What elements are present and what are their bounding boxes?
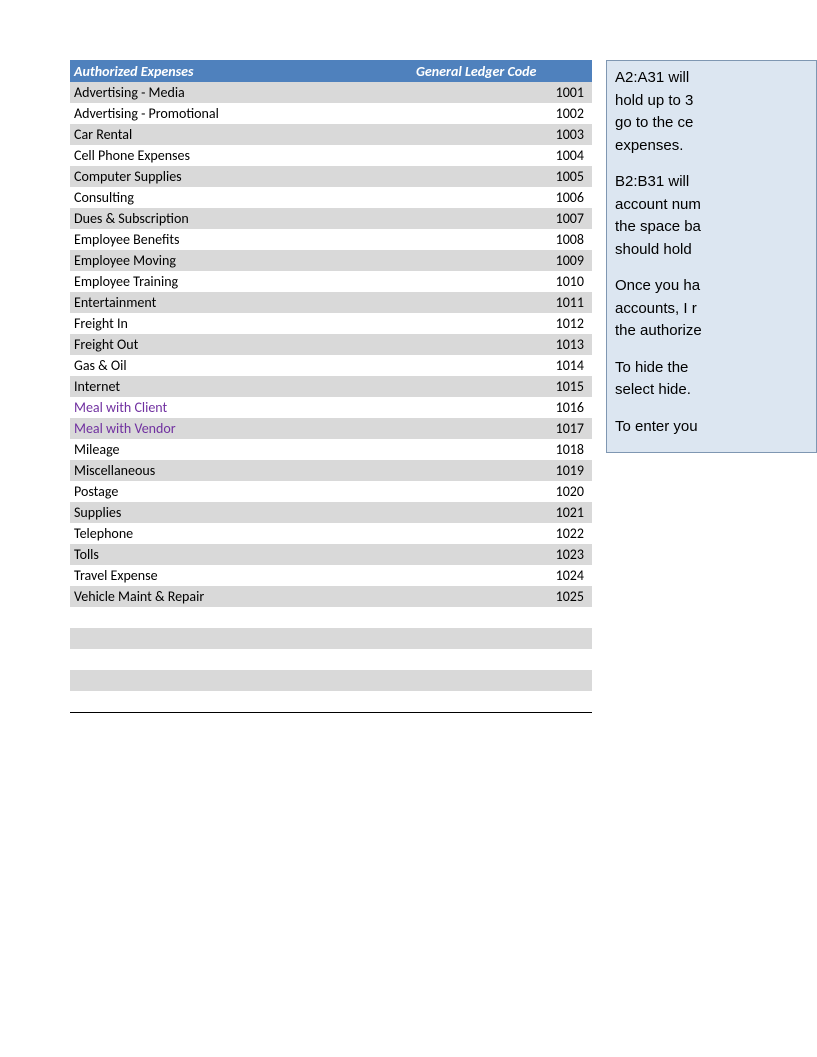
blank-row xyxy=(70,607,592,628)
expense-table: Authorized Expenses General Ledger Code … xyxy=(70,60,592,713)
expense-name-cell: Meal with Client xyxy=(70,399,544,416)
table-bottom-rule xyxy=(70,712,592,713)
gl-code-cell: 1012 xyxy=(544,315,592,332)
table-row: Entertainment1011 xyxy=(70,292,592,313)
gl-code-cell: 1022 xyxy=(544,525,592,542)
expense-name-cell: Car Rental xyxy=(70,126,544,143)
expense-name-cell: Supplies xyxy=(70,504,544,521)
gl-code-cell: 1009 xyxy=(544,252,592,269)
table-row: Meal with Client1016 xyxy=(70,397,592,418)
expense-name-cell: Employee Benefits xyxy=(70,231,544,248)
gl-code-cell: 1004 xyxy=(544,147,592,164)
table-row: Vehicle Maint & Repair1025 xyxy=(70,586,592,607)
table-row: Travel Expense1024 xyxy=(70,565,592,586)
expense-name-cell: Dues & Subscription xyxy=(70,210,544,227)
expense-name-cell: Computer Supplies xyxy=(70,168,544,185)
instruction-paragraph: B2:B31 will account num the space ba sho… xyxy=(615,171,808,261)
gl-code-cell: 1006 xyxy=(544,189,592,206)
table-row: Meal with Vendor1017 xyxy=(70,418,592,439)
expense-name-cell: Advertising - Media xyxy=(70,84,544,101)
instructions-box: A2:A31 will hold up to 3 go to the ce ex… xyxy=(606,60,817,453)
instruction-paragraph: A2:A31 will hold up to 3 go to the ce ex… xyxy=(615,67,808,157)
table-row: Advertising - Media1001 xyxy=(70,82,592,103)
blank-rows xyxy=(70,607,592,712)
expense-name-cell: Freight In xyxy=(70,315,544,332)
table-row: Supplies1021 xyxy=(70,502,592,523)
blank-row xyxy=(70,670,592,691)
table-row: Dues & Subscription1007 xyxy=(70,208,592,229)
gl-code-cell: 1021 xyxy=(544,504,592,521)
gl-code-cell: 1008 xyxy=(544,231,592,248)
gl-code-cell: 1017 xyxy=(544,420,592,437)
gl-code-cell: 1024 xyxy=(544,567,592,584)
gl-code-cell: 1003 xyxy=(544,126,592,143)
blank-row xyxy=(70,691,592,712)
gl-code-cell: 1025 xyxy=(544,588,592,605)
expense-name-cell: Meal with Vendor xyxy=(70,420,544,437)
gl-code-cell: 1023 xyxy=(544,546,592,563)
expense-name-cell: Cell Phone Expenses xyxy=(70,147,544,164)
gl-code-cell: 1018 xyxy=(544,441,592,458)
table-header-row: Authorized Expenses General Ledger Code xyxy=(70,60,592,82)
expense-name-cell: Vehicle Maint & Repair xyxy=(70,588,544,605)
expense-name-cell: Employee Training xyxy=(70,273,544,290)
table-row: Internet1015 xyxy=(70,376,592,397)
table-row: Tolls1023 xyxy=(70,544,592,565)
table-row: Employee Benefits1008 xyxy=(70,229,592,250)
table-row: Employee Moving1009 xyxy=(70,250,592,271)
gl-code-cell: 1005 xyxy=(544,168,592,185)
expense-name-cell: Travel Expense xyxy=(70,567,544,584)
gl-code-cell: 1011 xyxy=(544,294,592,311)
gl-code-cell: 1015 xyxy=(544,378,592,395)
gl-code-cell: 1014 xyxy=(544,357,592,374)
expense-name-cell: Internet xyxy=(70,378,544,395)
expense-name-cell: Telephone xyxy=(70,525,544,542)
table-row: Cell Phone Expenses1004 xyxy=(70,145,592,166)
gl-code-cell: 1019 xyxy=(544,462,592,479)
blank-row xyxy=(70,628,592,649)
table-body: Advertising - Media1001Advertising - Pro… xyxy=(70,82,592,607)
expense-name-cell: Mileage xyxy=(70,441,544,458)
table-row: Advertising - Promotional1002 xyxy=(70,103,592,124)
table-row: Freight Out1013 xyxy=(70,334,592,355)
expense-name-cell: Consulting xyxy=(70,189,544,206)
gl-code-cell: 1001 xyxy=(544,84,592,101)
expense-name-cell: Miscellaneous xyxy=(70,462,544,479)
table-row: Computer Supplies1005 xyxy=(70,166,592,187)
expense-name-cell: Tolls xyxy=(70,546,544,563)
blank-row xyxy=(70,649,592,670)
header-gl-code: General Ledger Code xyxy=(412,63,592,80)
gl-code-cell: 1016 xyxy=(544,399,592,416)
table-row: Consulting1006 xyxy=(70,187,592,208)
gl-code-cell: 1013 xyxy=(544,336,592,353)
table-row: Car Rental1003 xyxy=(70,124,592,145)
table-row: Telephone1022 xyxy=(70,523,592,544)
gl-code-cell: 1010 xyxy=(544,273,592,290)
table-row: Employee Training1010 xyxy=(70,271,592,292)
instruction-paragraph: To enter you xyxy=(615,416,808,439)
table-row: Freight In1012 xyxy=(70,313,592,334)
expense-name-cell: Employee Moving xyxy=(70,252,544,269)
expense-name-cell: Entertainment xyxy=(70,294,544,311)
header-authorized-expenses: Authorized Expenses xyxy=(70,63,412,80)
table-row: Gas & Oil1014 xyxy=(70,355,592,376)
instruction-paragraph: To hide the select hide. xyxy=(615,357,808,402)
gl-code-cell: 1020 xyxy=(544,483,592,500)
table-row: Mileage1018 xyxy=(70,439,592,460)
expense-name-cell: Gas & Oil xyxy=(70,357,544,374)
gl-code-cell: 1007 xyxy=(544,210,592,227)
table-row: Postage1020 xyxy=(70,481,592,502)
gl-code-cell: 1002 xyxy=(544,105,592,122)
instruction-paragraph: Once you ha accounts, I r the authorize xyxy=(615,275,808,343)
expense-name-cell: Freight Out xyxy=(70,336,544,353)
expense-name-cell: Postage xyxy=(70,483,544,500)
table-row: Miscellaneous1019 xyxy=(70,460,592,481)
expense-name-cell: Advertising - Promotional xyxy=(70,105,544,122)
